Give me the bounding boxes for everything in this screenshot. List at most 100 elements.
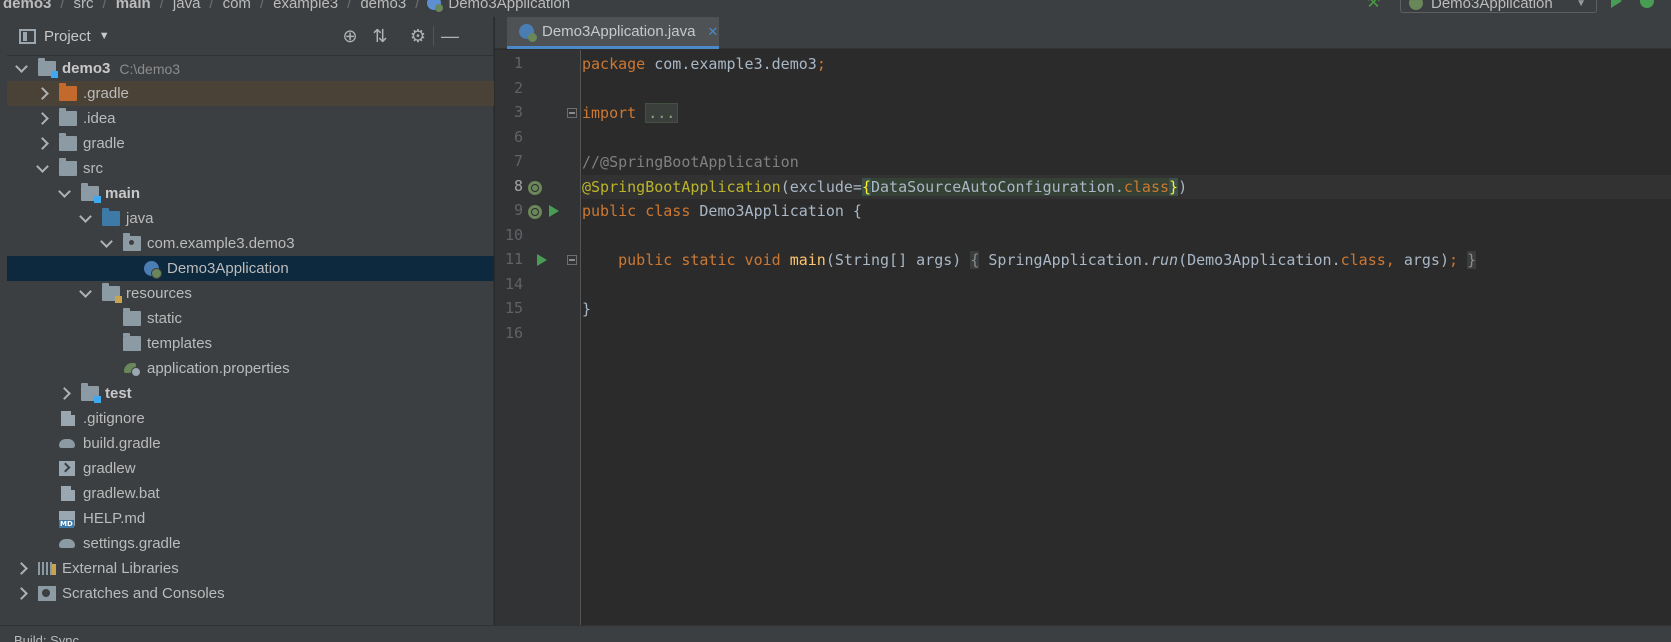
expand-arrow-icon[interactable]: [14, 562, 28, 576]
breadcrumb-item[interactable]: example3: [270, 0, 341, 12]
expand-arrow-icon[interactable]: [78, 287, 92, 301]
tree-node-label: External Libraries: [62, 560, 179, 577]
editor-gutter: 1 2 3 6 7 8 9 10 11 14 15 16: [495, 50, 581, 625]
breadcrumb-item[interactable]: Demo3Application: [445, 0, 573, 12]
expand-arrow-icon[interactable]: [35, 137, 49, 151]
folded-imports[interactable]: ...: [645, 103, 679, 123]
tree-node-main[interactable]: main: [7, 181, 494, 206]
code-token: main: [789, 251, 826, 269]
tree-node-gradlew-bat[interactable]: gradlew.bat: [7, 481, 494, 506]
folder-icon: [59, 133, 77, 151]
code-token: class: [1340, 251, 1386, 269]
breadcrumb-item[interactable]: src: [71, 0, 97, 12]
tree-node-label: settings.gradle: [83, 535, 181, 552]
line-number: 16: [504, 324, 523, 342]
breadcrumb-item[interactable]: demo3: [0, 0, 54, 12]
spring-properties-icon: [123, 361, 141, 377]
tree-node-demo3[interactable]: demo3 C:\demo3: [7, 56, 494, 81]
project-view-selector[interactable]: Project: [44, 28, 91, 45]
spring-bean-gutter-icon[interactable]: [528, 205, 542, 219]
expand-arrow-icon[interactable]: [57, 187, 71, 201]
debug-icon[interactable]: [1640, 0, 1654, 8]
hide-panel-icon[interactable]: —: [439, 25, 461, 47]
tree-node-idea[interactable]: .idea: [7, 106, 494, 131]
tree-node-demo3application[interactable]: Demo3Application: [7, 256, 494, 281]
expand-arrow-icon[interactable]: [35, 162, 49, 176]
locate-file-icon[interactable]: ⊕: [339, 25, 361, 47]
run-icon[interactable]: [1611, 0, 1622, 8]
tree-node-src[interactable]: src: [7, 156, 494, 181]
expand-arrow-icon[interactable]: [35, 112, 49, 126]
expand-arrow-icon[interactable]: [35, 87, 49, 101]
run-gutter-icon[interactable]: [549, 205, 559, 217]
package-icon: [123, 233, 141, 251]
breadcrumb: demo3/ src / main / java / com / example3/ d…: [0, 0, 573, 13]
code-line-11: public static void main (String[] args) {…: [582, 248, 1477, 272]
spring-class-icon: [144, 261, 162, 279]
tree-node-label: gradlew.bat: [83, 485, 160, 502]
expand-arrow-icon[interactable]: [57, 387, 71, 401]
tree-node-scratches[interactable]: Scratches and Consoles: [7, 581, 494, 606]
code-line-9: public class Demo3Application {: [582, 199, 862, 223]
breadcrumb-item[interactable]: com: [220, 0, 254, 12]
code-token: class: [1123, 178, 1170, 196]
scratches-icon: [38, 586, 56, 601]
bottom-tool-bar: Build: Sync: [0, 625, 1671, 642]
run-configuration-dropdown[interactable]: Demo3Application ▼: [1400, 0, 1597, 13]
tree-node-build-gradle[interactable]: build.gradle: [7, 431, 494, 456]
expand-arrow-icon[interactable]: [78, 212, 92, 226]
tree-node-package[interactable]: com.example3.demo3: [7, 231, 494, 256]
code-token: package: [582, 55, 646, 73]
gradle-icon: [59, 536, 77, 551]
line-number: 11: [504, 250, 523, 268]
code-line-1: package com.example3.demo3;: [582, 52, 826, 76]
folded-brace[interactable]: {: [970, 251, 980, 269]
tree-node-gitignore[interactable]: .gitignore: [7, 406, 494, 431]
code-comment: //@SpringBootApplication: [582, 153, 799, 171]
run-gutter-icon[interactable]: [537, 254, 547, 266]
breadcrumb-item[interactable]: main: [113, 0, 154, 12]
chevron-down-icon[interactable]: ▼: [99, 30, 110, 42]
fold-toggle-icon[interactable]: [567, 108, 577, 118]
breadcrumb-item[interactable]: demo3: [357, 0, 409, 12]
breadcrumb-item[interactable]: java: [170, 0, 204, 12]
gradle-icon: [59, 436, 77, 451]
tree-node-label: test: [105, 385, 132, 402]
libraries-icon: [38, 561, 56, 576]
tree-node-gradle[interactable]: gradle: [7, 131, 494, 156]
gear-icon[interactable]: ⚙: [407, 25, 429, 47]
tree-node-static[interactable]: static: [7, 306, 494, 331]
close-icon[interactable]: ✕: [707, 24, 718, 40]
tree-node-settings-gradle[interactable]: settings.gradle: [7, 531, 494, 556]
tree-node-gradle-cache[interactable]: .gradle: [7, 81, 494, 106]
tree-node-gradlew[interactable]: gradlew: [7, 456, 494, 481]
tree-node-templates[interactable]: templates: [7, 331, 494, 356]
code-token: DataSourceAutoConfiguration.: [871, 178, 1124, 196]
expand-arrow-icon[interactable]: [99, 237, 113, 251]
tree-node-application-properties[interactable]: application.properties: [7, 356, 494, 381]
expand-arrow-icon[interactable]: [14, 587, 28, 601]
line-number: 15: [504, 299, 523, 317]
tree-node-java[interactable]: java: [7, 206, 494, 231]
folded-brace[interactable]: }: [1467, 251, 1477, 269]
build-tool-tab[interactable]: Build: Sync: [14, 633, 79, 642]
build-hammer-icon[interactable]: ⚒: [1366, 0, 1380, 12]
code-line-7: //@SpringBootApplication: [582, 150, 799, 174]
navigation-bar: demo3/ src / main / java / com / example3/ d…: [0, 0, 1671, 17]
expand-arrow-icon[interactable]: [14, 62, 28, 76]
tree-node-label: .idea: [83, 110, 116, 127]
project-tool-window: Project ▼ ⊕ ⇅ ⚙ — demo3 C:\demo3 .gradle…: [0, 17, 494, 625]
tree-node-help-md[interactable]: HELP.md: [7, 506, 494, 531]
collapse-all-icon[interactable]: ⇅: [369, 25, 391, 47]
tree-node-test[interactable]: test: [7, 381, 494, 406]
tree-node-external-libraries[interactable]: External Libraries: [7, 556, 494, 581]
code-token: ): [1178, 178, 1188, 196]
tree-node-label: build.gradle: [83, 435, 161, 452]
editor-area: Demo3Application.java ✕ 1 2 3 6 7 8 9 10…: [495, 17, 1671, 625]
tree-node-resources[interactable]: resources: [7, 281, 494, 306]
tab-demo3application-java[interactable]: Demo3Application.java ✕: [507, 17, 719, 49]
code-token: com.example3.demo3: [645, 55, 817, 73]
spring-bean-gutter-icon[interactable]: [528, 181, 542, 195]
fold-toggle-icon[interactable]: [567, 255, 577, 265]
code-editor[interactable]: package com.example3.demo3; import ... /…: [582, 50, 1671, 625]
